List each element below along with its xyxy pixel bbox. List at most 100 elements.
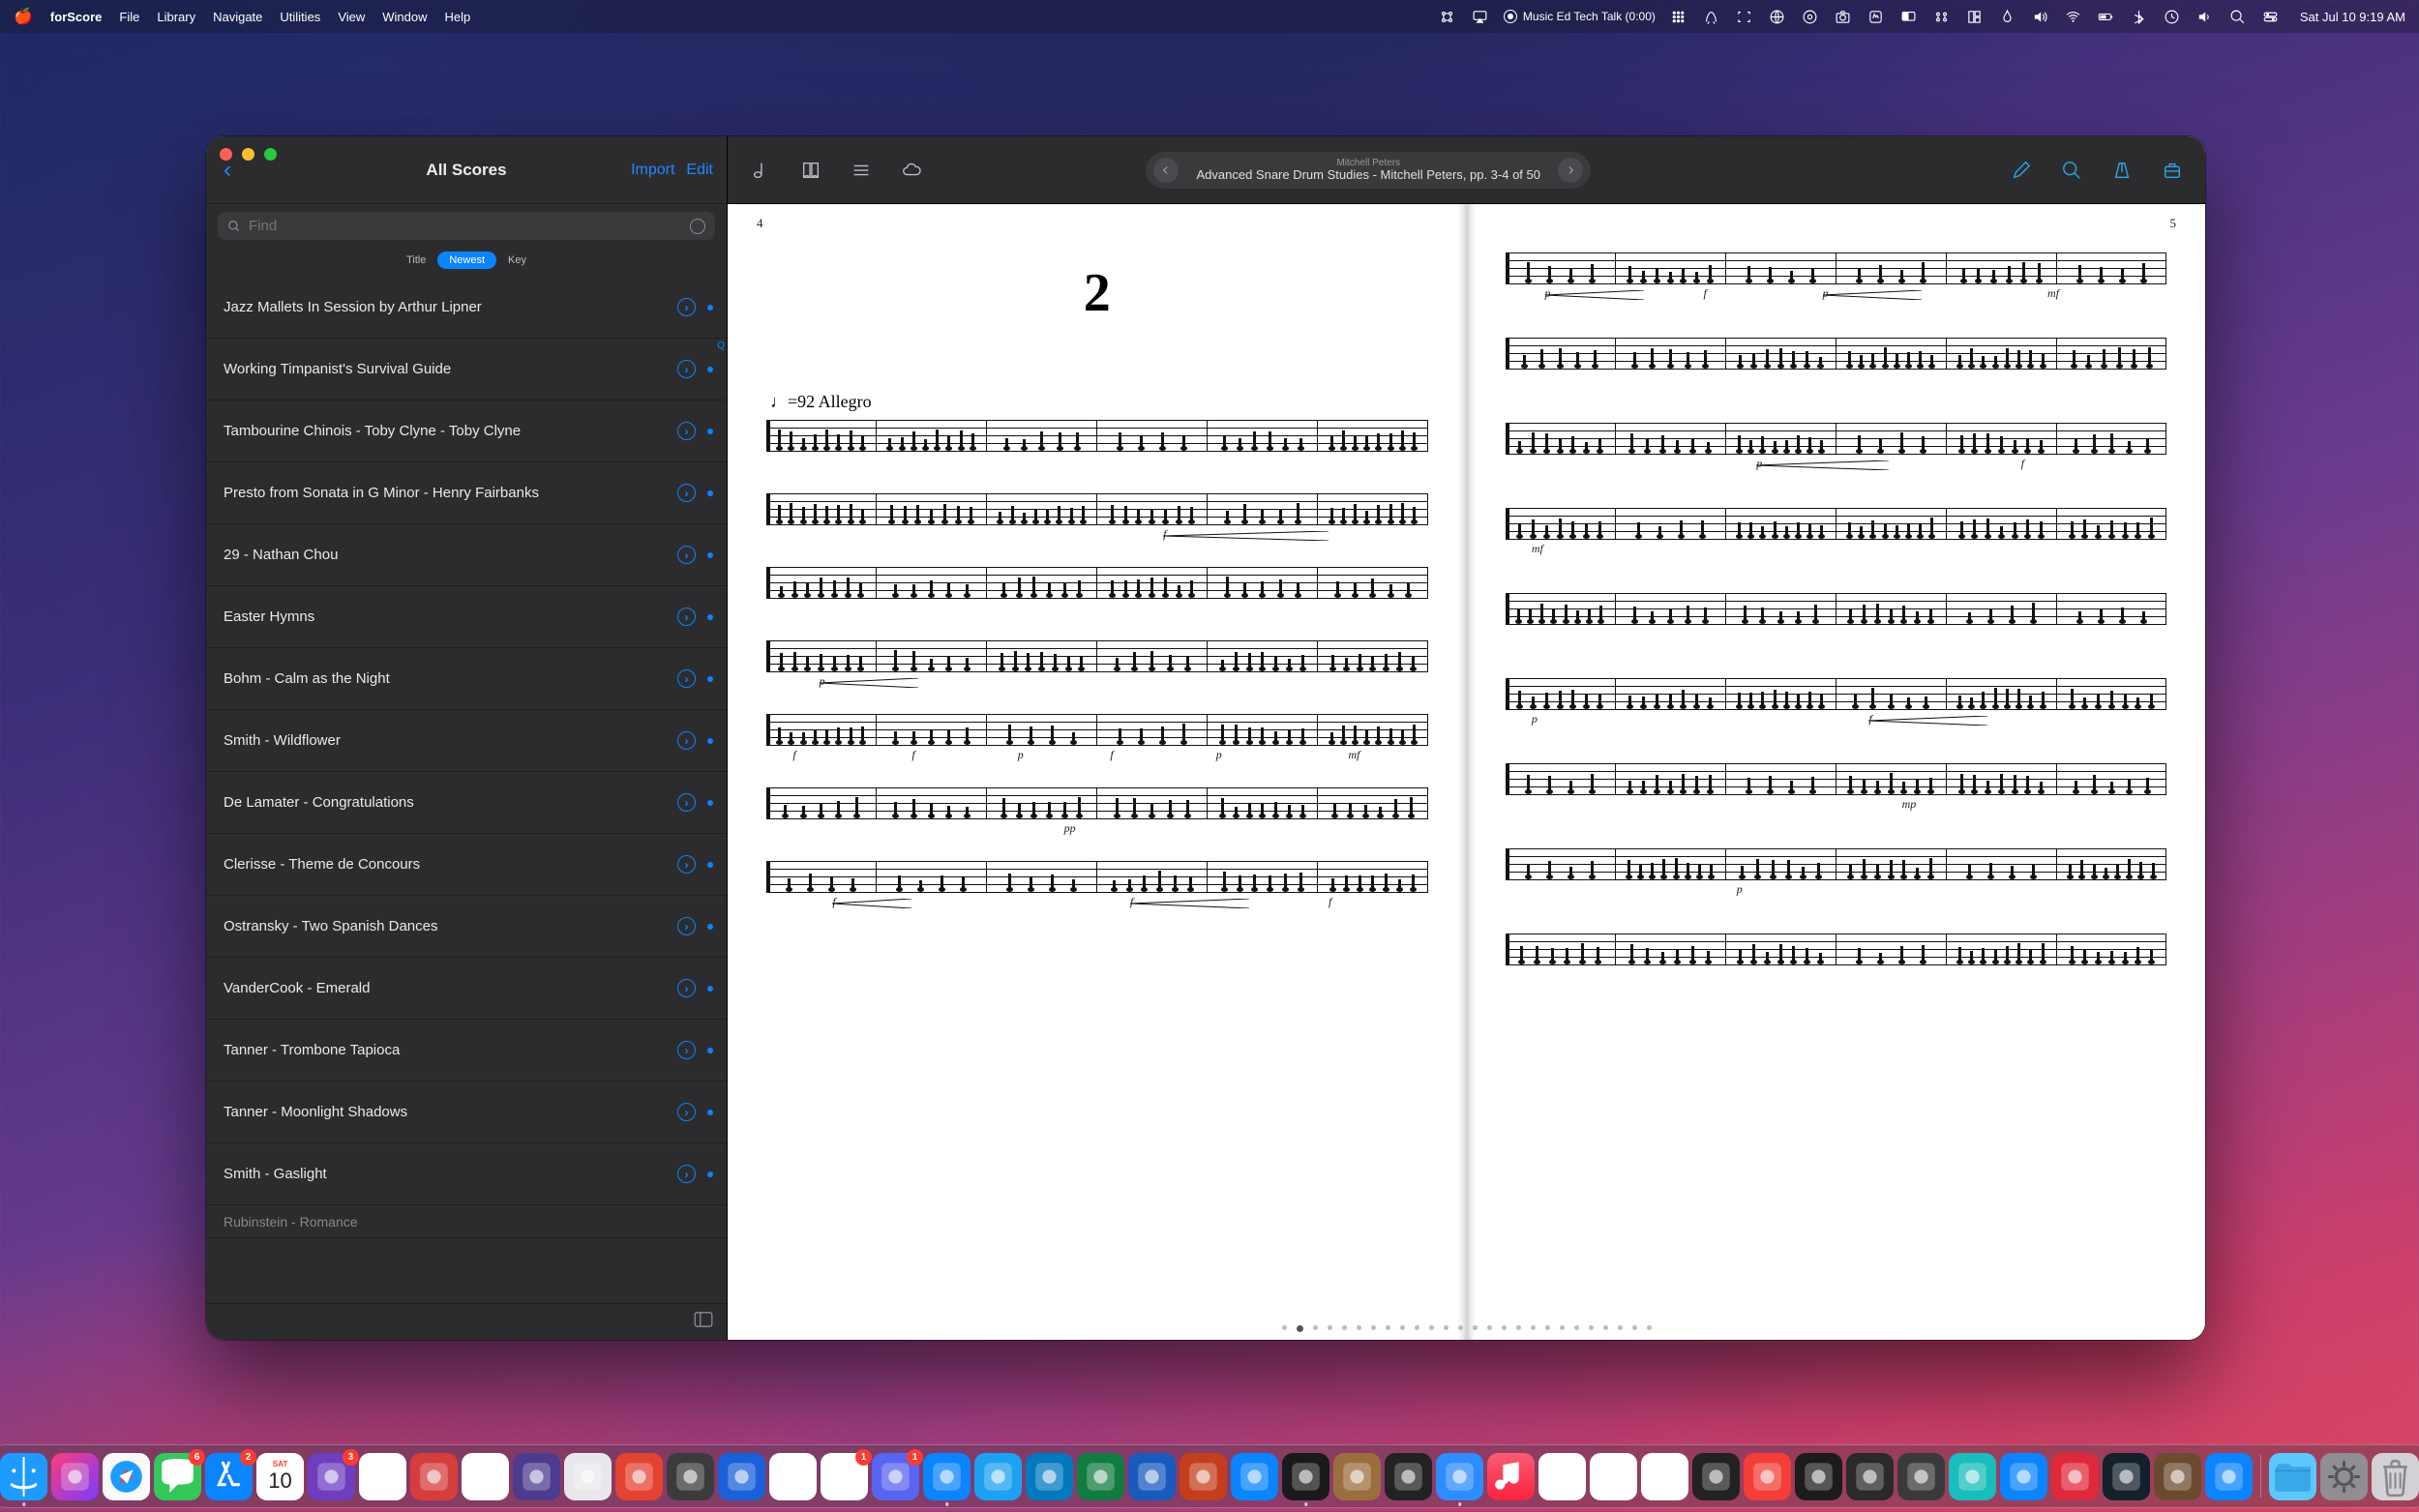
battery-icon[interactable]: [2097, 7, 2116, 26]
score-list-item[interactable]: De Lamater - Congratulations ›: [206, 772, 727, 834]
import-button[interactable]: Import: [631, 162, 674, 179]
dock-1password[interactable]: [718, 1453, 765, 1500]
annotate-icon[interactable]: [2010, 159, 2033, 182]
dock-messages[interactable]: 6: [154, 1453, 201, 1500]
page-right[interactable]: 5 pfpmfpfmfpfmpp: [1467, 204, 2206, 1340]
dock-zoom[interactable]: [1436, 1453, 1483, 1500]
chevron-icon[interactable]: ›: [677, 979, 696, 997]
score-list-item[interactable]: Tanner - Trombone Tapioca ›: [206, 1020, 727, 1082]
menu-file[interactable]: File: [119, 10, 139, 24]
dock-readdle[interactable]: [564, 1453, 612, 1500]
timemachine-icon[interactable]: [2163, 7, 2182, 26]
chevron-icon[interactable]: ›: [677, 608, 696, 626]
volume-icon[interactable]: [2031, 7, 2050, 26]
dock-editor[interactable]: [1692, 1453, 1740, 1500]
control-center-icon[interactable]: [2261, 7, 2281, 26]
dock-todoist[interactable]: [615, 1453, 663, 1500]
chevron-icon[interactable]: ›: [677, 793, 696, 812]
chevron-icon[interactable]: ›: [677, 917, 696, 935]
sort-title[interactable]: Title: [395, 252, 437, 269]
zoom-button[interactable]: [264, 148, 277, 161]
chevron-icon[interactable]: ›: [677, 484, 696, 502]
airplay-icon[interactable]: [1471, 7, 1490, 26]
sort-newest[interactable]: Newest: [437, 252, 496, 269]
bookmarks-icon[interactable]: [799, 159, 822, 182]
score-list-item[interactable]: Ostransky - Two Spanish Dances ›: [206, 896, 727, 958]
menu-icon[interactable]: [850, 159, 873, 182]
chevron-icon[interactable]: ›: [677, 422, 696, 440]
chevron-icon[interactable]: ›: [677, 855, 696, 874]
bluetooth2-icon[interactable]: [1932, 7, 1952, 26]
dock-folder[interactable]: [2269, 1453, 2316, 1500]
score-list-item[interactable]: Working Timpanist's Survival Guide › Q: [206, 339, 727, 400]
dock-appblue[interactable]: [2000, 1453, 2047, 1500]
chevron-icon[interactable]: ›: [677, 1041, 696, 1059]
chevron-icon[interactable]: ›: [677, 669, 696, 688]
dock-appstore[interactable]: 2: [205, 1453, 253, 1500]
cloud-icon[interactable]: [900, 159, 923, 182]
dock-youtube[interactable]: [1538, 1453, 1586, 1500]
dock-keynote[interactable]: [1231, 1453, 1278, 1500]
menu-window[interactable]: Window: [382, 10, 427, 24]
capture-icon[interactable]: [1735, 7, 1754, 26]
dock-forScore[interactable]: [1282, 1453, 1329, 1500]
score-list-item[interactable]: Presto from Sonata in G Minor - Henry Fa…: [206, 462, 727, 524]
title-display[interactable]: Mitchell Peters Advanced Snare Drum Stud…: [1146, 152, 1591, 189]
dock-excel[interactable]: [1077, 1453, 1124, 1500]
score-list-item[interactable]: Rubinstein - Romance: [206, 1205, 727, 1238]
menuextra-icon[interactable]: [1438, 7, 1457, 26]
dock-settings[interactable]: [2320, 1453, 2368, 1500]
menu-help[interactable]: Help: [445, 10, 471, 24]
sound-icon[interactable]: [2195, 7, 2215, 26]
toolbox-icon[interactable]: [2161, 159, 2184, 182]
spotlight-icon[interactable]: [2228, 7, 2248, 26]
dock-affinity[interactable]: [1949, 1453, 1996, 1500]
magnet-icon[interactable]: [1965, 7, 1985, 26]
audio-icon[interactable]: [749, 159, 772, 182]
dock-trello[interactable]: [1026, 1453, 1073, 1500]
dock-omnifocus[interactable]: 3: [308, 1453, 355, 1500]
dock-safari[interactable]: [103, 1453, 150, 1500]
score-list-item[interactable]: Clerisse - Theme de Concours ›: [206, 834, 727, 896]
search-input[interactable]: [249, 218, 682, 234]
wifi-icon[interactable]: [2064, 7, 2083, 26]
dictate-icon[interactable]: [690, 219, 705, 234]
close-button[interactable]: [220, 148, 232, 161]
display-icon[interactable]: [1899, 7, 1919, 26]
dock-powerpoint[interactable]: [1180, 1453, 1227, 1500]
language-icon[interactable]: [1768, 7, 1787, 26]
prev-score-button[interactable]: [1153, 158, 1179, 183]
score-list[interactable]: Jazz Mallets In Session by Arthur Lipner…: [206, 277, 727, 1303]
dock-appred[interactable]: [2051, 1453, 2099, 1500]
search-field[interactable]: [218, 212, 715, 240]
chevron-icon[interactable]: ›: [677, 1165, 696, 1183]
now-playing-menuextra[interactable]: Music Ed Tech Talk (0:00): [1504, 10, 1656, 23]
dock-terminal[interactable]: [1795, 1453, 1842, 1500]
dock-notability[interactable]: [769, 1453, 817, 1500]
score-list-item[interactable]: Bohm - Calm as the Night ›: [206, 648, 727, 710]
amphetamine-icon[interactable]: [1867, 7, 1886, 26]
score-list-item[interactable]: Smith - Gaslight ›: [206, 1143, 727, 1205]
edit-button[interactable]: Edit: [686, 162, 713, 179]
dock-music[interactable]: [1487, 1453, 1535, 1500]
score-list-item[interactable]: VanderCook - Emerald ›: [206, 958, 727, 1020]
page-spread[interactable]: 4 2 ♩=92 Allegro fpffpfpmfppfff 5 pfpmfp…: [728, 204, 2205, 1340]
dock-obsidian[interactable]: [513, 1453, 560, 1500]
grid-icon[interactable]: [1669, 7, 1688, 26]
dock-hindenburg[interactable]: [1846, 1453, 1894, 1500]
dock-slack[interactable]: 1: [821, 1453, 868, 1500]
bluetooth-icon[interactable]: [2130, 7, 2149, 26]
chevron-icon[interactable]: ›: [677, 731, 696, 750]
next-score-button[interactable]: [1558, 158, 1583, 183]
chevron-icon[interactable]: ›: [677, 298, 696, 316]
chevron-icon[interactable]: ›: [677, 1103, 696, 1121]
score-list-item[interactable]: Easter Hymns ›: [206, 586, 727, 648]
dock-trash[interactable]: [2372, 1453, 2419, 1500]
app-menu[interactable]: forScore: [50, 10, 102, 24]
dock-drafts[interactable]: [410, 1453, 458, 1500]
sort-key[interactable]: Key: [496, 252, 538, 269]
dock-audacity[interactable]: [1590, 1453, 1637, 1500]
search-score-icon[interactable]: [2060, 159, 2083, 182]
menu-navigate[interactable]: Navigate: [213, 10, 262, 24]
score-list-item[interactable]: Smith - Wildflower ›: [206, 710, 727, 772]
